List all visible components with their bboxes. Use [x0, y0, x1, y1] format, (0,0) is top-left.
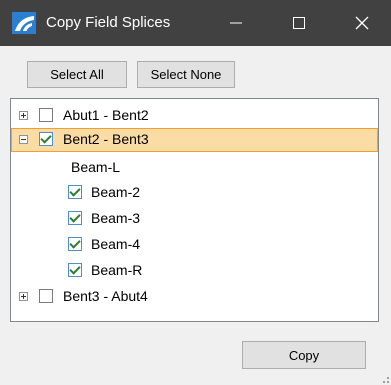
title-bar[interactable]: Copy Field Splices [0, 0, 391, 46]
tree-leaf-beam-2[interactable]: Beam-2 [11, 181, 378, 205]
tree-node-bent2-bent3[interactable]: Bent2 - Bent3 [11, 128, 378, 152]
tree-node-bent3-abut4[interactable]: Bent3 - Abut4 [11, 285, 378, 309]
checkbox-icon[interactable] [68, 185, 82, 199]
checkbox-icon[interactable] [68, 211, 82, 225]
resize-grip-icon[interactable] [379, 373, 389, 383]
tree-node-abut1-bent2[interactable]: Abut1 - Bent2 [11, 104, 378, 128]
window-title: Copy Field Splices [46, 14, 171, 31]
expand-icon[interactable] [19, 111, 28, 120]
minimize-button[interactable] [212, 0, 260, 46]
tree-leaf-label: Beam-4 [91, 236, 141, 252]
checkbox-icon[interactable] [39, 289, 53, 303]
dialog-window: Copy Field Splices Select All Select Non… [0, 0, 391, 385]
tree-node-label: Bent2 - Bent3 [63, 131, 149, 147]
tree-leaf-label: Beam-L [71, 159, 121, 175]
checkbox-icon[interactable] [68, 237, 82, 251]
checkbox-icon[interactable] [39, 132, 53, 146]
maximize-icon [293, 17, 305, 29]
app-logo-icon [12, 12, 36, 34]
close-icon [355, 16, 369, 30]
checkbox-icon[interactable] [39, 108, 53, 122]
tree-node-label: Bent3 - Abut4 [63, 288, 148, 304]
close-button[interactable] [338, 0, 386, 46]
tree-leaf-label: Beam-R [91, 262, 143, 278]
collapse-icon[interactable] [19, 135, 28, 144]
tree-leaf-beam-r[interactable]: Beam-R [11, 259, 378, 283]
tree-leaf-beam-3[interactable]: Beam-3 [11, 207, 378, 231]
tree-leaf-label: Beam-3 [91, 210, 141, 226]
copy-button[interactable]: Copy [242, 341, 366, 369]
select-all-button[interactable]: Select All [27, 61, 127, 88]
tree-leaf-label: Beam-2 [91, 184, 141, 200]
tree-node-label: Abut1 - Bent2 [63, 107, 149, 123]
tree-leaf-beam-4[interactable]: Beam-4 [11, 233, 378, 257]
splice-tree[interactable]: Abut1 - Bent2 Bent2 - Bent3 Beam-L Beam-… [10, 98, 379, 322]
minimize-icon [230, 22, 242, 24]
tree-leaf-beam-l[interactable]: Beam-L [11, 156, 378, 180]
expand-icon[interactable] [19, 292, 28, 301]
maximize-button[interactable] [275, 0, 323, 46]
select-none-button[interactable]: Select None [137, 61, 235, 88]
checkbox-icon[interactable] [68, 263, 82, 277]
